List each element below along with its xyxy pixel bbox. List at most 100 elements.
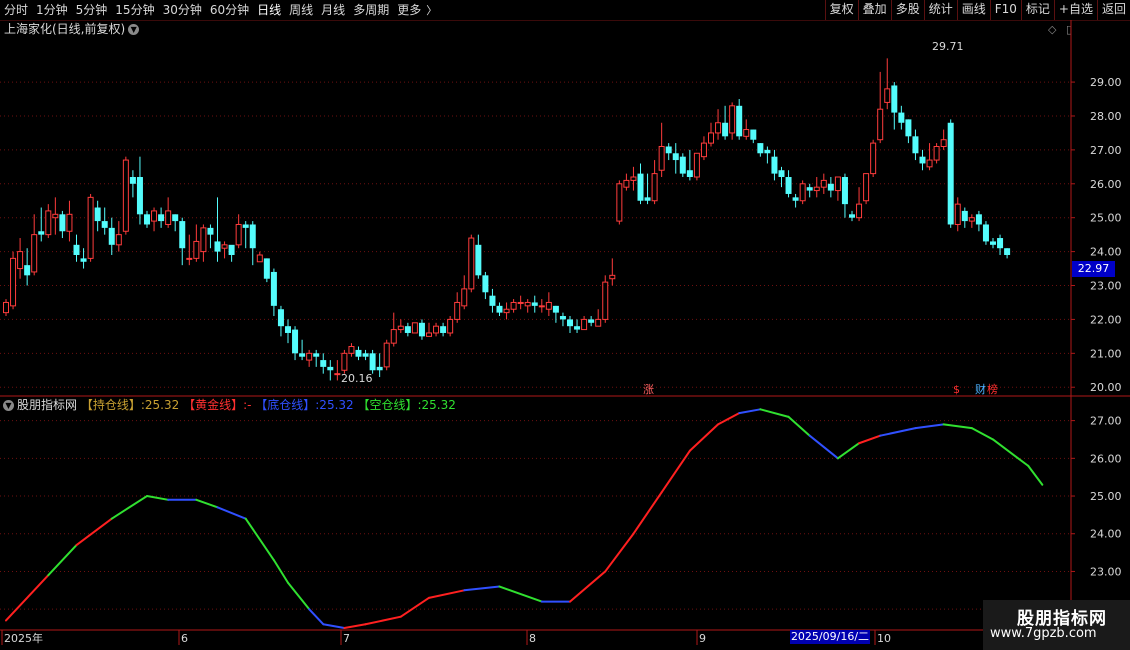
- kline-chart[interactable]: 29.00 28.00 27.00 26.00 25.00 24.00 23.00 22.00…: [0, 0, 1130, 650]
- candle-body-up: [165, 210, 172, 225]
- candle-body-up: [10, 257, 17, 307]
- candle-body-up: [447, 318, 454, 334]
- indicator-line-segment: [604, 532, 635, 573]
- candle-body-up: [602, 281, 609, 320]
- indicator-line-segment: [308, 608, 325, 626]
- indicator-legend-item-0: 【持仓线】:25.32: [80, 398, 180, 412]
- indicator-line-segment: [787, 415, 811, 437]
- candle-body-down: [764, 149, 771, 154]
- candle-body-up: [715, 122, 722, 134]
- indicator-name: 股朋指标网: [17, 398, 78, 412]
- candle-body-down: [1004, 248, 1011, 255]
- candle-body-up: [461, 288, 468, 307]
- candle-body-down: [376, 366, 383, 371]
- candle-body-down: [552, 305, 559, 313]
- candle-body-up: [630, 176, 637, 181]
- candle-body-down: [757, 143, 764, 154]
- candle-body-up: [616, 183, 623, 222]
- indicator-line-segment: [5, 574, 50, 622]
- indicator-tick-label: 24.00: [1090, 528, 1122, 541]
- candle-body-down: [24, 265, 31, 276]
- candle-body-up: [708, 132, 714, 144]
- candle-body-down: [686, 170, 693, 178]
- candle-body-down: [263, 258, 270, 279]
- candle-body-down: [785, 177, 792, 194]
- marker-bang: 榜: [987, 382, 998, 396]
- candle-body-up: [3, 301, 9, 314]
- candle-body-up: [17, 251, 24, 270]
- candle-body-up: [115, 234, 122, 246]
- indicator-line-segment: [287, 581, 311, 611]
- candle-body-up: [468, 237, 475, 290]
- candle-body-down: [975, 214, 982, 225]
- candle-body-up: [341, 352, 348, 371]
- indicator-line-segment: [942, 423, 973, 430]
- date-tick-label: 7: [343, 632, 350, 645]
- candle-body-down: [644, 197, 651, 201]
- marker-s: $: [953, 383, 960, 396]
- candle-body-down: [574, 326, 581, 330]
- marker-cai: 财: [975, 382, 986, 396]
- candle-body-up: [397, 325, 404, 331]
- candle-body-up: [411, 322, 418, 334]
- candle-body-up: [383, 342, 390, 368]
- candle-body-down: [158, 214, 165, 222]
- candle-body-up: [193, 240, 200, 259]
- candle-body-down: [228, 244, 235, 255]
- candle-body-down: [320, 360, 327, 367]
- indicator-title: ▼ 股朋指标网 【持仓线】:25.32 【黄金线】:- 【底仓线】:25.32 【…: [3, 397, 456, 413]
- candle-body-up: [623, 179, 630, 188]
- indicator-line-segment: [463, 585, 501, 592]
- candle-body-up: [235, 223, 242, 246]
- indicator-dropdown-icon[interactable]: ▼: [3, 400, 14, 411]
- candle-body-up: [256, 254, 263, 263]
- candle-body-down: [919, 156, 926, 164]
- candle-body-down: [59, 214, 66, 232]
- candle-body-down: [792, 197, 799, 201]
- indicator-line-segment: [717, 412, 741, 426]
- candle-body-down: [997, 238, 1004, 249]
- candle-body-up: [151, 210, 158, 222]
- date-tick-label: 10: [877, 632, 891, 645]
- indicator-line-segment: [738, 408, 762, 415]
- indicator-legend-item-2: 【底仓线】:25.32: [251, 398, 354, 412]
- candle-body-up: [66, 213, 73, 232]
- indicator-line-segment: [498, 585, 543, 603]
- watermark-url: www.7gpzb.com: [990, 626, 1097, 641]
- indicator-line-segment: [759, 408, 790, 418]
- candle-body-up: [186, 257, 193, 260]
- indicator-tick-label: 27.00: [1090, 415, 1122, 428]
- candle-body-down: [679, 156, 686, 174]
- indicator-line-segment: [110, 495, 148, 520]
- candle-body-up: [933, 145, 940, 161]
- candle-body-down: [489, 295, 496, 306]
- candle-body-up: [651, 173, 658, 202]
- candle-body-down: [961, 210, 968, 222]
- price-tick-label: 25.00: [1090, 212, 1122, 225]
- candle-body-up: [545, 301, 552, 310]
- price-tick-label: 27.00: [1090, 144, 1122, 157]
- price-tick-label: 23.00: [1090, 280, 1122, 293]
- candle-body-down: [214, 241, 221, 252]
- candle-body-down: [129, 177, 136, 184]
- indicator-line-segment: [569, 570, 607, 603]
- candle-body-down: [207, 227, 214, 235]
- candle-body-up: [200, 227, 207, 253]
- candle-body-up: [799, 183, 806, 202]
- candle-body-up: [729, 105, 736, 134]
- candle-body-down: [588, 319, 595, 323]
- indicator-line-segment: [858, 434, 882, 445]
- price-tick-label: 20.00: [1090, 381, 1122, 394]
- date-tick-label: 6: [181, 632, 188, 645]
- candle-body-up: [524, 301, 531, 307]
- candle-body-up: [31, 234, 38, 273]
- indicator-line-segment: [47, 544, 78, 577]
- low-price-label: 20.16: [341, 372, 373, 385]
- candle-body-down: [912, 136, 919, 154]
- candle-body-down: [849, 214, 855, 218]
- candle-body-down: [891, 85, 898, 113]
- candle-body-down: [362, 353, 369, 357]
- candle-body-up: [926, 159, 933, 168]
- candle-body-down: [144, 214, 150, 225]
- marker-zhang: 涨: [643, 383, 654, 396]
